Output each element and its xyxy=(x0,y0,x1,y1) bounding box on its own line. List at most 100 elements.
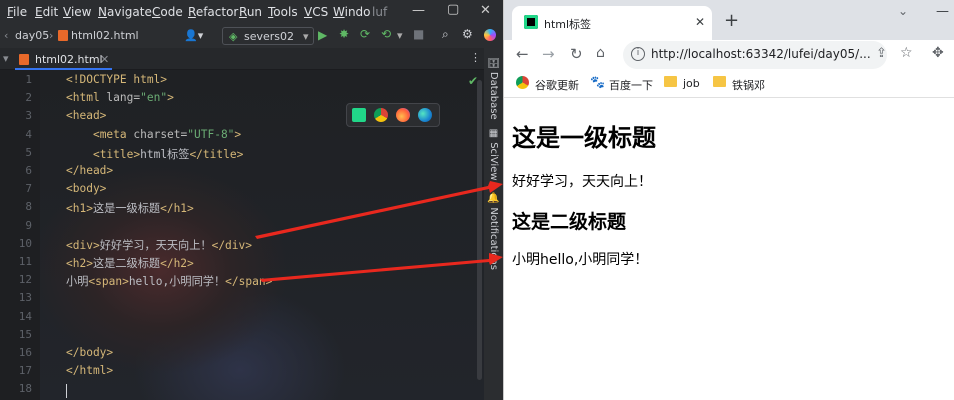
menu-refactor[interactable]: Refactor xyxy=(188,5,238,19)
maximize-icon[interactable]: ▢ xyxy=(447,2,459,17)
browser-tabstrip: html标签 ✕ + ⌄ — xyxy=(504,0,954,40)
bookmark-job[interactable]: job xyxy=(683,77,700,90)
ide-navbar: ‹ day05 › html02.html 👤▾ ◈ severs02 ▾ ▶ … xyxy=(0,24,503,48)
more-icon[interactable]: ⋮ xyxy=(470,51,481,64)
breadcrumb-file[interactable]: html02.html xyxy=(71,29,139,42)
pycharm-icon[interactable] xyxy=(352,108,366,122)
account-icon[interactable]: 👤▾ xyxy=(184,29,203,42)
menu-run[interactable]: Run xyxy=(239,5,262,19)
info-icon[interactable]: i xyxy=(631,47,645,61)
code-line: <head> xyxy=(66,109,106,122)
line-number: 1 xyxy=(25,73,32,86)
code-line: <title>html标签</title> xyxy=(66,146,243,162)
page-h1: 这是一级标题 xyxy=(512,124,656,152)
chrome-icon xyxy=(516,76,529,89)
chevron-down-icon: ▾ xyxy=(303,30,309,43)
share-icon[interactable]: ⇪ xyxy=(876,46,887,61)
settings-icon[interactable]: ⚙ xyxy=(462,27,473,41)
menu-vcs[interactable]: VCS xyxy=(304,5,328,19)
code-token: </body> xyxy=(66,346,114,359)
code-token: lang= xyxy=(106,91,141,105)
forward-icon[interactable]: → xyxy=(542,45,555,63)
database-tool[interactable]: 🗄 Database xyxy=(488,56,499,120)
html-file-icon xyxy=(19,54,29,65)
code-token: charset= xyxy=(133,127,188,141)
code-token: </head> xyxy=(66,164,114,177)
page-h2: 这是二级标题 xyxy=(512,211,627,233)
reload-icon[interactable]: ↻ xyxy=(570,45,583,63)
minimize-icon[interactable]: — xyxy=(412,3,425,18)
sciview-tool[interactable]: ▦ SciView xyxy=(488,128,499,181)
line-number: 6 xyxy=(25,164,32,177)
back-icon[interactable]: ← xyxy=(516,45,529,63)
editor-tabbar: ▾ html02.html ✕ ⋮ xyxy=(0,48,484,70)
browser-minimize-icon[interactable]: — xyxy=(936,4,949,19)
code-token: html标签 xyxy=(140,147,190,161)
code-token: 这是二级标题 xyxy=(92,257,161,270)
scrollbar-thumb[interactable] xyxy=(477,80,482,380)
browser-tab[interactable]: html标签 ✕ xyxy=(512,6,712,40)
bookmark-google-update[interactable]: 谷歌更新 xyxy=(535,77,579,93)
code-token: <head> xyxy=(66,109,107,123)
code-line: 小明<span>hello,小明同学！</span> xyxy=(66,273,272,289)
menu-edit[interactable]: Edit xyxy=(35,5,58,19)
firefox-icon[interactable] xyxy=(396,108,410,122)
code-token: > xyxy=(167,91,174,105)
close-icon[interactable]: ✕ xyxy=(480,3,491,18)
stop-icon[interactable]: ■ xyxy=(413,27,424,41)
tab-html02[interactable]: html02.html ✕ xyxy=(15,48,112,70)
bookmark-star-icon[interactable]: ☆ xyxy=(900,45,913,61)
menu-navigate[interactable]: Navigate xyxy=(98,5,152,19)
edge-icon[interactable] xyxy=(418,108,432,122)
bookmark-tieguodeng[interactable]: 铁锅邓 xyxy=(732,77,765,93)
folder-icon xyxy=(664,76,677,87)
bookmark-baidu[interactable]: 百度一下 xyxy=(609,77,653,93)
code-line: <h1>这是一级标题</h1> xyxy=(66,200,194,216)
tab-close-icon[interactable]: ✕ xyxy=(695,15,705,29)
coverage-icon[interactable]: ⟳ xyxy=(360,27,370,41)
menu-code[interactable]: Code xyxy=(152,5,183,19)
search-icon[interactable]: ⌕ xyxy=(442,27,449,42)
browser-toolbar: ← → ↻ ⌂ i http://localhost:63342/lufei/d… xyxy=(504,40,954,70)
chrome-icon[interactable] xyxy=(374,108,388,122)
server-icon: ◈ xyxy=(229,30,238,43)
tab-close-icon[interactable]: ✕ xyxy=(100,53,109,66)
code-token: 这是一级标题 xyxy=(92,202,161,216)
home-icon[interactable]: ⌂ xyxy=(596,45,605,61)
browser-tab-title: html标签 xyxy=(544,18,592,31)
line-number: 3 xyxy=(25,109,32,123)
run-config-dropdown[interactable]: ◈ severs02 ▾ xyxy=(222,27,314,45)
text-caret xyxy=(66,384,67,398)
breadcrumb-project[interactable]: day05 xyxy=(15,29,49,42)
menu-view[interactable]: View xyxy=(63,5,91,19)
address-bar[interactable]: i http://localhost:63342/lufei/day05/... xyxy=(623,41,887,69)
code-token: <h2> xyxy=(66,257,93,270)
code-token: <span> xyxy=(88,275,129,289)
new-tab-icon[interactable]: + xyxy=(724,10,739,31)
notifications-tool[interactable]: 🔔 Notifications xyxy=(488,192,499,270)
tab-label: html02.html xyxy=(35,53,103,66)
tab-dropdown-icon[interactable]: ▾ xyxy=(3,52,9,65)
profile-icon[interactable]: ⟲ xyxy=(381,27,391,41)
inspection-ok-icon[interactable]: ✔ xyxy=(468,74,478,88)
code-token: hello,小明同学！ xyxy=(128,275,226,289)
code-token: <title> xyxy=(92,147,141,161)
more-run-icon[interactable]: ▾ xyxy=(397,29,403,42)
code-token: </title> xyxy=(189,147,244,161)
run-icon[interactable]: ▶ xyxy=(318,28,327,42)
menu-window[interactable]: Windo xyxy=(333,5,371,19)
ide-window: File Edit View Navigate Code Refactor Ru… xyxy=(0,0,503,400)
menu-tools[interactable]: Tools xyxy=(268,5,298,19)
code-token: "en" xyxy=(140,91,168,105)
line-number: 16 xyxy=(18,346,32,359)
line-number: 5 xyxy=(25,145,32,159)
tab-search-icon[interactable]: ⌄ xyxy=(898,4,908,18)
code-line: </head> xyxy=(66,164,113,177)
menu-file[interactable]: File xyxy=(7,5,27,19)
debug-icon[interactable]: ✸ xyxy=(339,27,349,41)
browser-preview-popup xyxy=(346,103,440,127)
extensions-icon[interactable]: ✥ xyxy=(932,45,944,61)
editor-scrollbar[interactable] xyxy=(476,70,483,400)
plugin-logo-icon[interactable] xyxy=(484,29,496,41)
